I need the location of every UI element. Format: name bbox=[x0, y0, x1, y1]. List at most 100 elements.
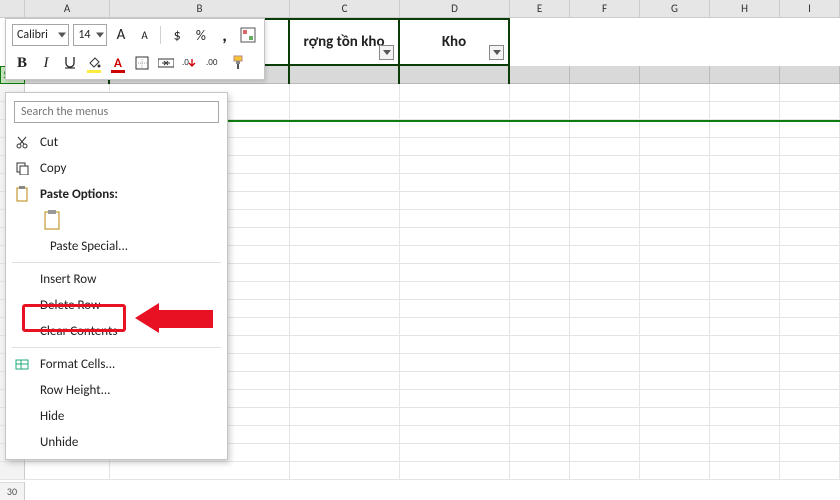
cell[interactable] bbox=[710, 426, 780, 444]
cell[interactable] bbox=[780, 192, 840, 210]
decrease-font-button[interactable]: A bbox=[135, 24, 155, 46]
cell[interactable] bbox=[510, 336, 570, 354]
cell[interactable] bbox=[400, 444, 510, 462]
cell[interactable] bbox=[510, 174, 570, 192]
cell[interactable] bbox=[400, 318, 510, 336]
cell[interactable] bbox=[400, 84, 510, 102]
cell[interactable] bbox=[780, 282, 840, 300]
cell[interactable] bbox=[780, 354, 840, 372]
italic-button[interactable]: I bbox=[36, 52, 56, 74]
cell[interactable] bbox=[400, 192, 510, 210]
cell[interactable] bbox=[510, 462, 570, 480]
cell[interactable] bbox=[510, 210, 570, 228]
cell[interactable] bbox=[400, 426, 510, 444]
cell[interactable] bbox=[640, 192, 710, 210]
cell[interactable] bbox=[780, 84, 840, 102]
cell[interactable] bbox=[400, 408, 510, 426]
cell[interactable] bbox=[710, 228, 780, 246]
select-all-corner[interactable] bbox=[0, 0, 25, 18]
cell[interactable] bbox=[570, 174, 640, 192]
cell[interactable] bbox=[400, 264, 510, 282]
cell[interactable] bbox=[510, 192, 570, 210]
cell[interactable] bbox=[640, 426, 710, 444]
menu-item-unhide[interactable]: Unhide bbox=[6, 429, 227, 455]
cell[interactable] bbox=[510, 318, 570, 336]
cell[interactable] bbox=[570, 300, 640, 318]
cell[interactable] bbox=[780, 336, 840, 354]
cell[interactable] bbox=[780, 246, 840, 264]
col-header-I[interactable]: I bbox=[780, 0, 840, 18]
cell[interactable] bbox=[400, 120, 510, 138]
font-size-select[interactable]: 14 bbox=[73, 24, 107, 46]
cell[interactable] bbox=[290, 192, 400, 210]
cell[interactable] bbox=[510, 354, 570, 372]
col-header-A[interactable]: A bbox=[25, 0, 110, 18]
table-header-cell-D[interactable]: Kho bbox=[400, 18, 510, 66]
cell[interactable] bbox=[510, 84, 570, 102]
paste-default-button[interactable] bbox=[40, 207, 66, 233]
cell[interactable] bbox=[640, 138, 710, 156]
cell[interactable] bbox=[570, 120, 640, 138]
cell[interactable] bbox=[640, 156, 710, 174]
cell[interactable] bbox=[640, 174, 710, 192]
cell[interactable] bbox=[290, 318, 400, 336]
cell[interactable] bbox=[290, 228, 400, 246]
cell[interactable] bbox=[570, 138, 640, 156]
menu-item-format-cells[interactable]: Format Cells... bbox=[6, 351, 227, 377]
font-color-button[interactable]: A bbox=[108, 52, 128, 74]
cell[interactable] bbox=[570, 102, 640, 120]
table-header-cell-C[interactable]: rợng tồn kho bbox=[290, 18, 400, 66]
cell[interactable] bbox=[570, 264, 640, 282]
font-name-select[interactable]: Calibri bbox=[12, 24, 69, 46]
comma-format-button[interactable]: , bbox=[215, 24, 235, 46]
cell[interactable] bbox=[710, 372, 780, 390]
cell[interactable] bbox=[290, 408, 400, 426]
cell[interactable] bbox=[290, 336, 400, 354]
cell[interactable] bbox=[400, 228, 510, 246]
cell[interactable] bbox=[710, 336, 780, 354]
cell[interactable] bbox=[570, 210, 640, 228]
bold-button[interactable]: B bbox=[12, 52, 32, 74]
cell[interactable] bbox=[400, 462, 510, 480]
cell[interactable] bbox=[510, 228, 570, 246]
cell[interactable] bbox=[640, 408, 710, 426]
menu-item-row-height[interactable]: Row Height... bbox=[6, 377, 227, 403]
cell[interactable] bbox=[640, 228, 710, 246]
cell[interactable] bbox=[570, 444, 640, 462]
merge-center-button[interactable] bbox=[156, 52, 176, 74]
cell[interactable] bbox=[780, 138, 840, 156]
cell[interactable] bbox=[640, 282, 710, 300]
cell[interactable] bbox=[780, 156, 840, 174]
col-header-B[interactable]: B bbox=[110, 0, 290, 18]
cell[interactable] bbox=[780, 174, 840, 192]
borders-button[interactable] bbox=[132, 52, 152, 74]
cell[interactable] bbox=[710, 444, 780, 462]
cell[interactable] bbox=[710, 174, 780, 192]
cell[interactable] bbox=[290, 462, 400, 480]
cell[interactable] bbox=[400, 210, 510, 228]
cell[interactable] bbox=[510, 102, 570, 120]
col-header-D[interactable]: D bbox=[400, 0, 510, 18]
cell[interactable] bbox=[640, 84, 710, 102]
cell[interactable] bbox=[510, 120, 570, 138]
cell[interactable] bbox=[400, 138, 510, 156]
cell[interactable] bbox=[570, 462, 640, 480]
col-header-G[interactable]: G bbox=[640, 0, 710, 18]
cell[interactable] bbox=[640, 210, 710, 228]
cell[interactable] bbox=[710, 462, 780, 480]
cell[interactable] bbox=[710, 192, 780, 210]
cell[interactable] bbox=[400, 354, 510, 372]
cell[interactable] bbox=[780, 426, 840, 444]
cell[interactable] bbox=[290, 246, 400, 264]
col-header-C[interactable]: C bbox=[290, 0, 400, 18]
cell[interactable] bbox=[640, 372, 710, 390]
col-header-H[interactable]: H bbox=[710, 0, 780, 18]
row-header[interactable] bbox=[0, 462, 25, 480]
filter-button-D[interactable] bbox=[489, 45, 504, 60]
cell[interactable] bbox=[710, 264, 780, 282]
cell[interactable] bbox=[710, 102, 780, 120]
cell[interactable] bbox=[400, 390, 510, 408]
cell[interactable] bbox=[510, 246, 570, 264]
format-painter-button[interactable] bbox=[228, 52, 248, 74]
cell[interactable] bbox=[400, 156, 510, 174]
